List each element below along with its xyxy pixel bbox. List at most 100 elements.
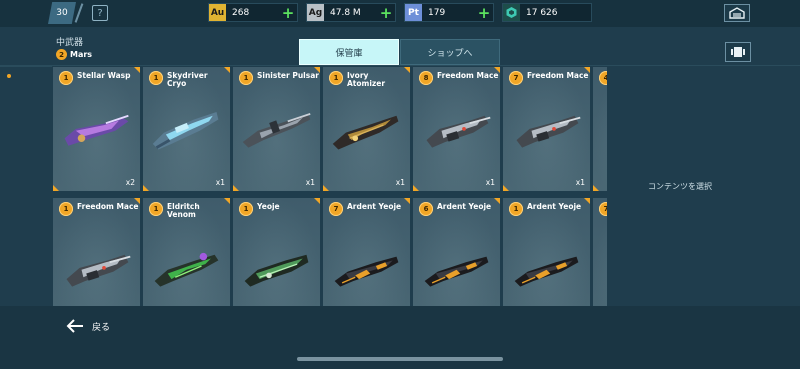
token-value: 17 626: [526, 7, 558, 18]
weapon-level-badge: 1: [329, 71, 343, 85]
select-content-message: コンテンツを選択: [648, 182, 712, 191]
weapon-name: Yeoje: [257, 202, 280, 211]
module-icon: [731, 47, 745, 57]
weapon-card[interactable]: 1 Ardent Yeoje: [503, 198, 590, 306]
weapon-card[interactable]: 1 Eldritch Venom: [143, 198, 230, 306]
weapon-image: [244, 254, 309, 287]
separator: [74, 3, 84, 23]
back-arrow-icon: [66, 319, 83, 333]
weapon-card[interactable]: 7 Freedom Mace x1: [503, 67, 590, 191]
weapon-count: x2: [125, 178, 135, 187]
rarity-corner: [584, 198, 590, 204]
weapon-level-badge: 1: [59, 202, 73, 216]
weapon-image: [242, 112, 311, 148]
rarity-corner: [494, 67, 500, 73]
weapon-name: Ivory Atomizer: [347, 71, 386, 88]
weapon-card[interactable]: 1 Freedom Mace: [53, 198, 140, 306]
weapon-image: [424, 256, 489, 287]
weapon-name: Freedom Mace: [77, 202, 139, 211]
rarity-corner: [593, 185, 599, 191]
silver-value: 47.8 M: [330, 7, 361, 18]
weapon-card[interactable]: 8 Freedom Mace x1: [413, 67, 500, 191]
back-label: 戻る: [92, 322, 111, 333]
rarity-corner: [134, 67, 140, 73]
weapon-card[interactable]: 1 Yeoje: [233, 198, 320, 306]
weapon-level-badge: 1: [149, 71, 163, 85]
platinum-value: 179: [428, 7, 446, 18]
help-icon[interactable]: ?: [92, 5, 108, 21]
platinum-icon: Pt: [405, 4, 422, 21]
weapon-class-label: 中武器: [56, 38, 84, 48]
weapon-count: x1: [305, 178, 315, 187]
weapon-image: [426, 115, 491, 148]
hangar-button[interactable]: [724, 4, 750, 22]
weapon-count: x1: [215, 178, 225, 187]
rarity-corner: [233, 185, 239, 191]
weapon-card[interactable]: 1 Sinister Pulsar x1: [233, 67, 320, 191]
top-bar: 30 ? Au 268 + Ag 47.8 M + Pt 179 + 17 62…: [0, 0, 800, 27]
robot-tag: 2 Mars: [56, 49, 92, 60]
weapon-level-badge: 1: [239, 71, 253, 85]
weapon-name: Stellar Wasp: [77, 71, 131, 80]
rarity-corner: [224, 67, 230, 73]
weapon-name: Ardent Yeoje: [347, 202, 402, 211]
rarity-corner: [314, 67, 320, 73]
token-icon: [503, 4, 520, 21]
robot-level-badge: 2: [56, 49, 67, 60]
weapon-level-badge: 1: [59, 71, 73, 85]
rarity-corner: [53, 185, 59, 191]
weapon-level-badge: 8: [419, 71, 433, 85]
weapon-grid: 1 Stellar Wasp x2 1 Skydriver Cryo x1 1 Siniste…: [52, 66, 607, 306]
weapon-card[interactable]: 7: [593, 198, 607, 306]
weapon-card[interactable]: 6 Ardent Yeoje: [413, 198, 500, 306]
weapon-card[interactable]: 1 Ivory Atomizer x1: [323, 67, 410, 191]
add-silver-button[interactable]: +: [379, 4, 393, 22]
weapon-level-badge: 1: [509, 202, 523, 216]
rarity-corner: [494, 198, 500, 204]
weapon-image: [334, 256, 399, 287]
silver-icon: Ag: [307, 4, 324, 21]
gold-value: 268: [232, 7, 250, 18]
gold-icon: Au: [209, 4, 226, 21]
home-indicator[interactable]: [297, 357, 503, 361]
weapon-card[interactable]: 4: [593, 67, 607, 191]
weapon-image: [64, 114, 129, 146]
player-level-value: 30: [56, 8, 68, 18]
weapon-level-badge: 7: [599, 202, 607, 216]
card-background: [593, 67, 607, 191]
weapon-level-badge: 1: [149, 202, 163, 216]
tab-storage[interactable]: 保管庫: [299, 39, 399, 65]
hangar-icon: [729, 7, 745, 19]
tab-shop[interactable]: ショップへ: [400, 39, 500, 65]
rarity-corner: [143, 185, 149, 191]
indicator-dot: [7, 74, 11, 78]
rarity-corner: [404, 67, 410, 73]
weapon-card[interactable]: 1 Stellar Wasp x2: [53, 67, 140, 191]
weapon-level-badge: 7: [509, 71, 523, 85]
rarity-corner: [584, 67, 590, 73]
rarity-corner: [224, 198, 230, 204]
platinum-currency: Pt 179 +: [404, 3, 494, 22]
rarity-corner: [314, 198, 320, 204]
weapon-card[interactable]: 7 Ardent Yeoje: [323, 198, 410, 306]
weapon-name: Eldritch Venom: [167, 202, 200, 219]
token-currency: 17 626: [502, 3, 592, 22]
player-level-badge[interactable]: 30: [48, 2, 76, 24]
gold-currency: Au 268 +: [208, 3, 298, 22]
weapon-image: [332, 115, 399, 150]
weapon-count: x1: [395, 178, 405, 187]
weapon-count: x1: [485, 178, 495, 187]
rarity-corner: [134, 198, 140, 204]
rarity-corner: [323, 185, 329, 191]
back-button[interactable]: 戻る: [66, 319, 110, 333]
weapon-card[interactable]: 1 Skydriver Cryo x1: [143, 67, 230, 191]
add-gold-button[interactable]: +: [281, 4, 295, 22]
weapon-count: x1: [575, 178, 585, 187]
weapon-level-badge: 7: [329, 202, 343, 216]
filter-button[interactable]: [725, 42, 751, 62]
weapon-image: [152, 112, 219, 150]
silver-currency: Ag 47.8 M +: [306, 3, 396, 22]
weapon-image: [154, 252, 219, 287]
weapon-name: Skydriver Cryo: [167, 71, 208, 88]
add-platinum-button[interactable]: +: [477, 4, 491, 22]
